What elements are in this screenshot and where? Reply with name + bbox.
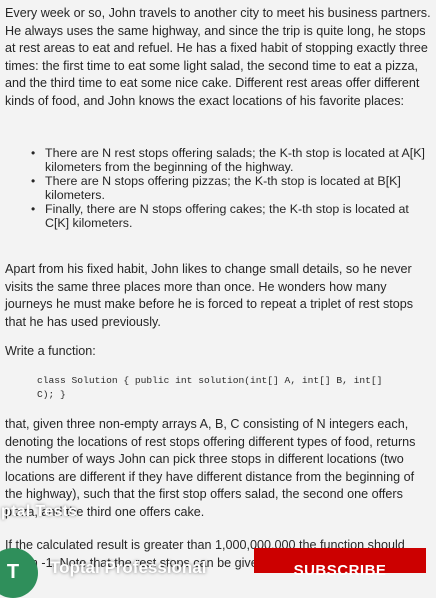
habit-paragraph: Apart from his fixed habit, John likes t… (5, 262, 414, 329)
write-function-paragraph: Write a function: (5, 344, 96, 358)
function-signature-code: class Solution { public int solution(int… (37, 375, 383, 400)
channel-name[interactable]: Toptal Professional (50, 558, 207, 578)
video-watermark: ptal Tests (1, 503, 78, 520)
video-end-bar: T Toptal Professional SUBSCRIBE (0, 548, 436, 598)
subscribe-button[interactable]: SUBSCRIBE (254, 548, 426, 579)
intro-paragraph: Every week or so, John travels to anothe… (5, 6, 431, 108)
list-item-cakes: Finally, there are N stops offering cake… (29, 202, 429, 230)
list-item-salads: There are N rest stops offering salads; … (29, 146, 429, 174)
problem-statement-document: Every week or so, John travels to anothe… (0, 0, 436, 573)
list-item-pizzas: There are N stops offering pizzas; the K… (29, 174, 429, 202)
rest-stop-list: There are N rest stops offering salads; … (29, 146, 429, 231)
channel-logo[interactable]: T (0, 548, 38, 598)
